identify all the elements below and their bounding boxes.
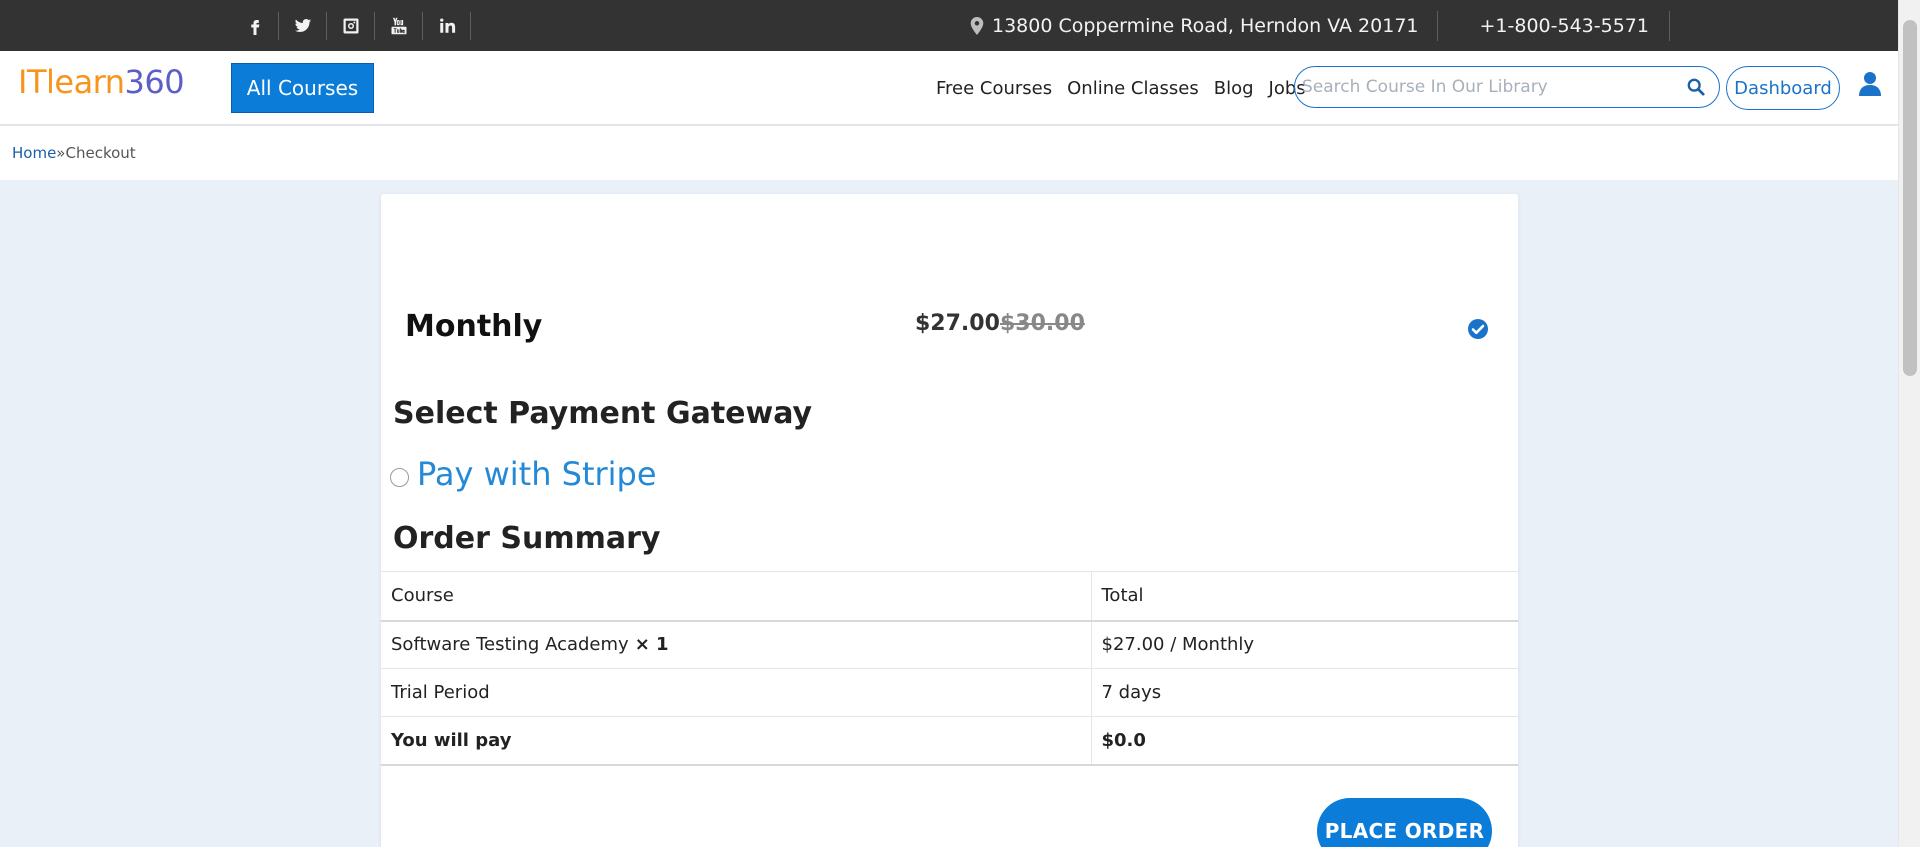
order-summary-table: Course Total Software Testing Academy × 1… bbox=[381, 571, 1518, 766]
plan-price: $27.00 bbox=[915, 311, 1000, 336]
search-input[interactable] bbox=[1302, 77, 1672, 97]
trial-value: 7 days bbox=[1091, 668, 1518, 717]
payment-gateway-title: Select Payment Gateway bbox=[393, 396, 813, 431]
main-nav: Free Courses Online Classes Blog Jobs bbox=[936, 51, 1321, 125]
twitter-icon bbox=[294, 18, 311, 32]
facebook-link[interactable] bbox=[231, 11, 279, 40]
page-scrollbar[interactable] bbox=[1898, 0, 1920, 847]
table-header-row: Course Total bbox=[381, 571, 1518, 622]
logo-text-part1: ITlearn bbox=[18, 63, 125, 101]
item-qty: × 1 bbox=[634, 634, 669, 656]
item-name: Software Testing Academy bbox=[391, 634, 629, 656]
linkedin-icon bbox=[439, 18, 455, 33]
stripe-radio[interactable] bbox=[390, 468, 409, 487]
nav-online-classes[interactable]: Online Classes bbox=[1067, 78, 1199, 99]
table-row: Software Testing Academy × 1 $27.00 / Mon… bbox=[381, 620, 1518, 669]
check-circle-icon[interactable] bbox=[1467, 318, 1489, 340]
plan-name: Monthly bbox=[405, 309, 543, 344]
plan-old-price: $30.00 bbox=[1000, 311, 1085, 336]
scrollbar-thumb[interactable] bbox=[1903, 20, 1917, 376]
header-total: Total bbox=[1091, 571, 1518, 622]
checkout-card: Monthly $27.00 $30.00 Select Payment Gat… bbox=[381, 194, 1518, 847]
youtube-icon bbox=[391, 17, 406, 34]
twitter-link[interactable] bbox=[279, 11, 327, 40]
all-courses-button[interactable]: All Courses bbox=[231, 63, 374, 113]
linkedin-link[interactable] bbox=[423, 11, 471, 40]
top-bar: 13800 Coppermine Road, Herndon VA 20171 … bbox=[0, 0, 1898, 51]
item-cell: Software Testing Academy × 1 bbox=[381, 620, 1092, 669]
search-icon[interactable] bbox=[1687, 78, 1705, 96]
pay-value: $0.0 bbox=[1091, 716, 1518, 766]
user-icon[interactable] bbox=[1859, 71, 1881, 97]
site-logo[interactable]: ITlearn360 bbox=[18, 63, 185, 101]
table-row: You will pay $0.0 bbox=[381, 716, 1518, 766]
search-box bbox=[1294, 66, 1720, 108]
map-marker-icon bbox=[970, 16, 984, 35]
place-order-button[interactable]: PLACE ORDER bbox=[1317, 798, 1492, 847]
trial-label: Trial Period bbox=[381, 668, 1092, 717]
dashboard-button[interactable]: Dashboard bbox=[1726, 66, 1840, 110]
site-header: ITlearn360 All Courses Free Courses Onli… bbox=[0, 51, 1898, 125]
instagram-icon bbox=[343, 18, 358, 33]
youtube-link[interactable] bbox=[375, 11, 423, 40]
address-text: 13800 Coppermine Road, Herndon VA 20171 bbox=[992, 14, 1419, 37]
breadcrumb-home[interactable]: Home bbox=[12, 144, 56, 162]
logo-text-part2: 360 bbox=[124, 63, 185, 101]
facebook-icon bbox=[250, 19, 259, 35]
order-summary-title: Order Summary bbox=[393, 521, 661, 556]
address: 13800 Coppermine Road, Herndon VA 20171 bbox=[970, 10, 1438, 41]
nav-free-courses[interactable]: Free Courses bbox=[936, 78, 1052, 99]
item-total: $27.00 / Monthly bbox=[1091, 620, 1518, 669]
social-links bbox=[231, 0, 471, 51]
pay-label: You will pay bbox=[381, 716, 1092, 766]
breadcrumb: Home » Checkout bbox=[0, 126, 1898, 180]
nav-blog[interactable]: Blog bbox=[1214, 78, 1254, 99]
stripe-option-label[interactable]: Pay with Stripe bbox=[417, 455, 657, 493]
instagram-link[interactable] bbox=[327, 11, 375, 40]
breadcrumb-separator: » bbox=[56, 144, 66, 162]
header-course: Course bbox=[381, 571, 1092, 622]
table-row: Trial Period 7 days bbox=[381, 668, 1518, 717]
phone-number[interactable]: +1-800-543-5571 bbox=[1438, 10, 1670, 41]
contact-info: 13800 Coppermine Road, Herndon VA 20171 … bbox=[970, 0, 1670, 51]
breadcrumb-current: Checkout bbox=[65, 144, 136, 162]
